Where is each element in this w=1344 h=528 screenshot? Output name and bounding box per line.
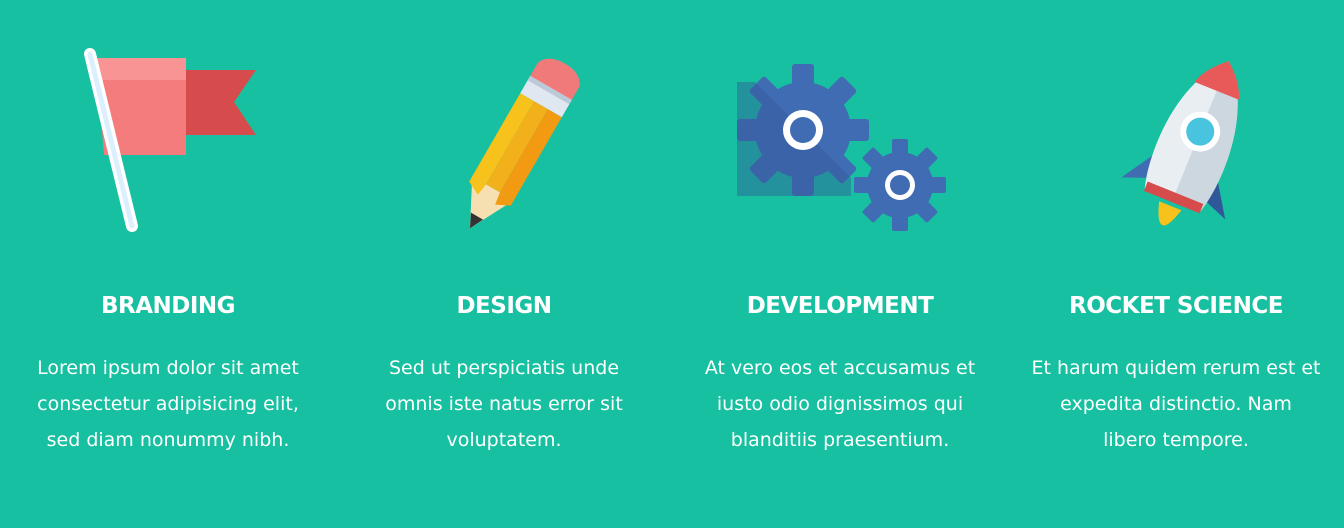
feature-title: ROCKET SCIENCE bbox=[1069, 293, 1283, 319]
flag-icon bbox=[56, 40, 296, 250]
feature-development: DEVELOPMENT At vero eos et accusamus et … bbox=[672, 0, 1008, 528]
feature-rocket-science: ROCKET SCIENCE Et harum quidem rerum est… bbox=[1008, 0, 1344, 528]
feature-description: Lorem ipsum dolor sit amet consectetur a… bbox=[37, 357, 299, 451]
rocket-icon bbox=[1092, 40, 1332, 250]
feature-description: At vero eos et accusamus et iusto odio d… bbox=[704, 357, 976, 451]
feature-design: DESIGN Sed ut perspiciatis unde omnis is… bbox=[336, 0, 672, 528]
feature-description: Et harum quidem rerum est et expedita di… bbox=[1031, 357, 1321, 451]
features-section: BRANDING Lorem ipsum dolor sit amet cons… bbox=[0, 0, 1344, 528]
feature-branding: BRANDING Lorem ipsum dolor sit amet cons… bbox=[0, 0, 336, 528]
feature-description: Sed ut perspiciatis unde omnis iste natu… bbox=[385, 357, 623, 451]
gears-icon bbox=[728, 40, 968, 250]
feature-title: DESIGN bbox=[456, 293, 552, 319]
feature-title: BRANDING bbox=[100, 293, 236, 319]
pencil-icon bbox=[428, 40, 668, 250]
feature-title: DEVELOPMENT bbox=[746, 293, 934, 319]
